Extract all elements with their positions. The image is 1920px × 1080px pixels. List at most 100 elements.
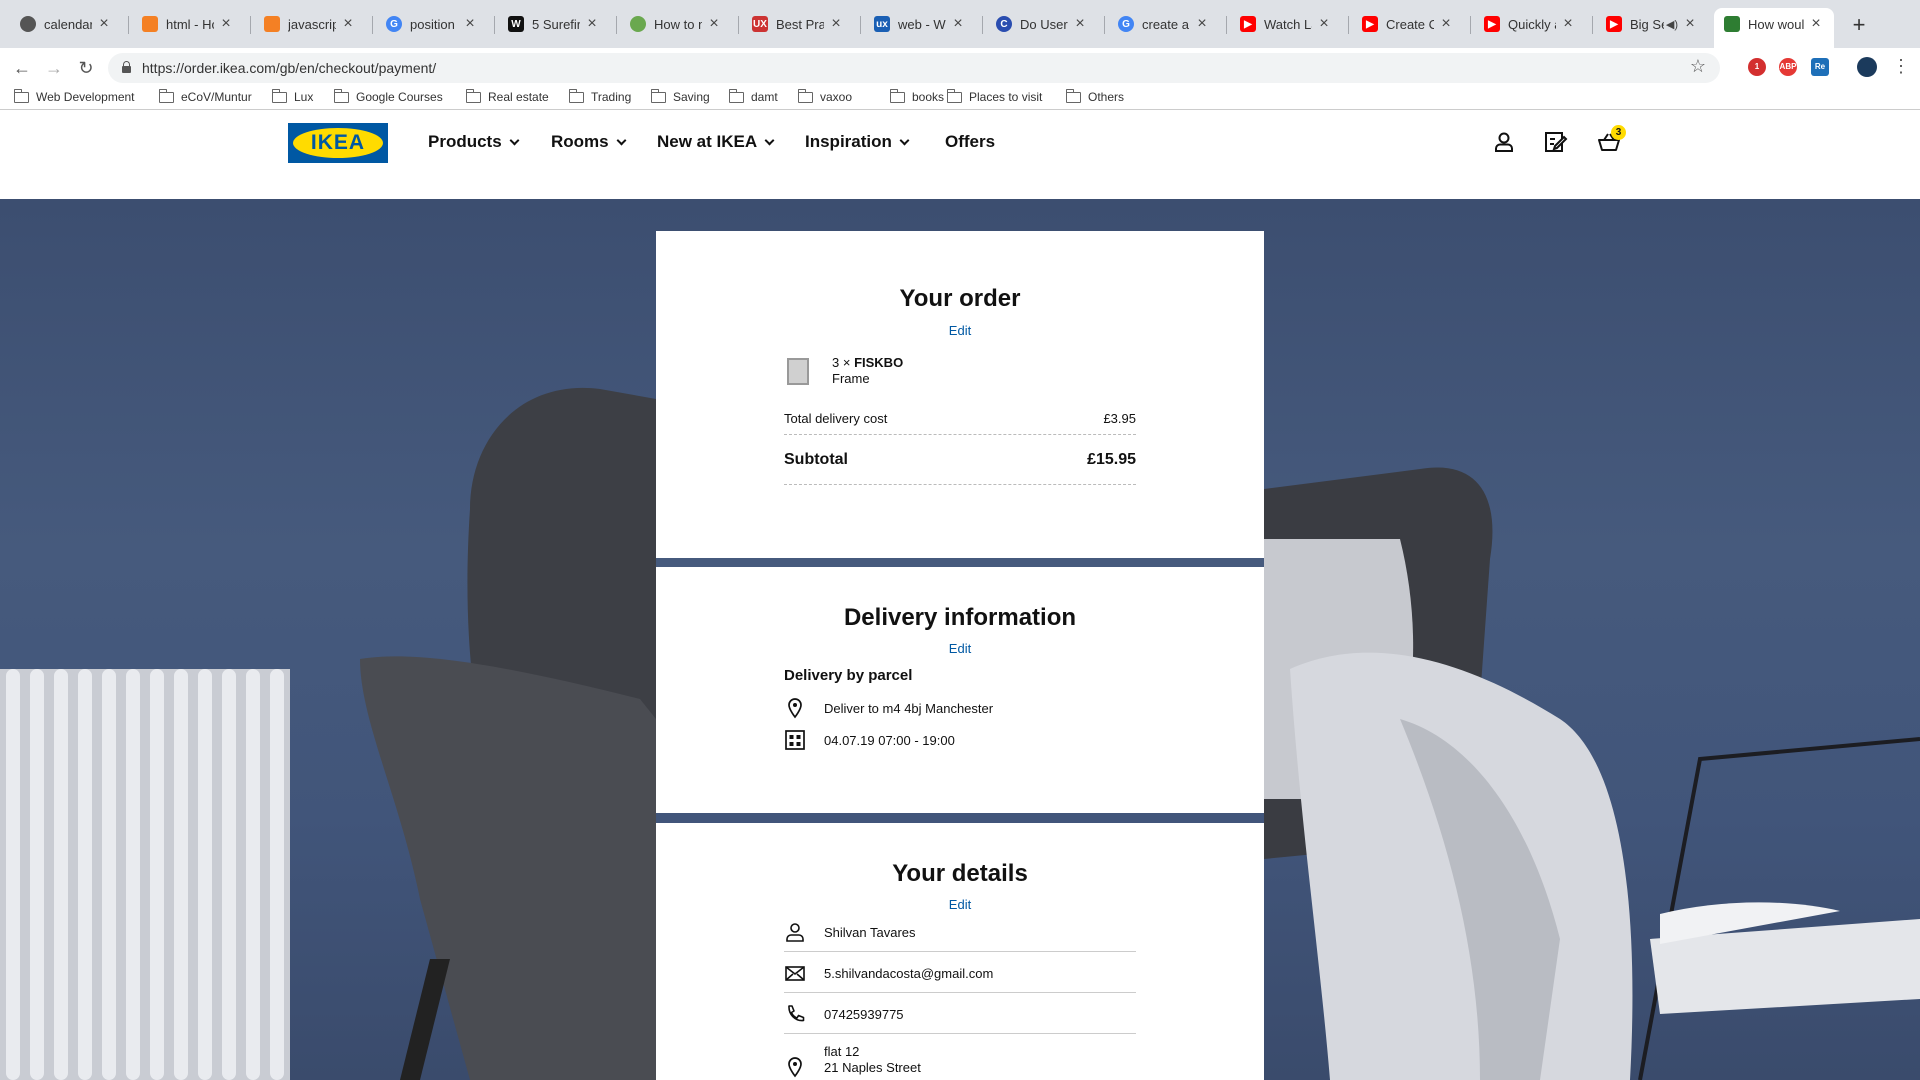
browser-tab[interactable]: How to ma × [620,8,732,40]
nav-label: Products [428,132,502,151]
browser-tab[interactable]: ▶ Big Se ◀) × [1596,8,1708,40]
bookmark-folder[interactable]: Web Development [14,88,135,104]
browser-tab[interactable]: javascript × [254,8,366,40]
close-icon[interactable]: × [1072,15,1088,33]
browser-tab[interactable]: C Do Users × [986,8,1098,40]
close-icon[interactable]: × [1194,15,1210,33]
youtube-icon: ▶ [1606,16,1622,32]
bookmark-label: books [912,90,945,104]
logo-text: IKEA [310,131,366,154]
bookmark-folder[interactable]: books [890,88,945,104]
product-qty: 3 × [832,355,851,370]
stackoverflow-icon [142,16,158,32]
google-icon: G [1118,16,1134,32]
browser-tab[interactable]: UX Best Pract × [742,8,854,40]
subtotal-value: £15.95 [1087,451,1136,468]
address-toolbar: ← → ↻ https://order.ikea.com/gb/en/check… [0,48,1920,88]
location-pin-icon [788,698,802,719]
close-icon[interactable]: × [1560,15,1576,33]
close-icon[interactable]: × [96,15,112,33]
envelope-icon [785,966,805,981]
delivery-address: Deliver to m4 4bj Manchester [824,701,994,716]
close-icon[interactable]: × [584,15,600,33]
browser-tab[interactable]: calendar.h × [10,8,122,40]
nav-label: Offers [945,132,996,151]
bookmark-folder[interactable]: Saving [651,88,710,104]
nav-inspiration[interactable]: Inspiration [805,132,910,152]
browser-tab-active[interactable]: How woul × [1714,8,1834,48]
site-header: IKEA Products Rooms New at IKEA Inspirat… [0,111,1920,199]
url-text[interactable]: https://order.ikea.com/gb/en/checkout/pa… [142,60,436,76]
close-icon[interactable]: × [950,15,966,33]
bookmark-folder[interactable]: Real estate [466,88,549,104]
new-tab-button[interactable]: + [1845,12,1873,40]
extension-icon[interactable]: Re [1811,58,1829,76]
nav-label: Inspiration [805,132,892,151]
reload-icon[interactable]: ↻ [72,56,100,80]
browser-tab[interactable]: ▶ Quickly ar × [1474,8,1586,40]
close-icon[interactable]: × [1682,15,1698,33]
close-icon[interactable]: × [828,15,844,33]
close-icon[interactable]: × [218,15,234,33]
delivery-slot: 04.07.19 07:00 - 19:00 [824,733,955,748]
back-arrow-icon[interactable]: ← [8,56,36,80]
nav-rooms[interactable]: Rooms [551,132,627,152]
bookmark-folder[interactable]: Lux [272,88,313,104]
bookmark-folder[interactable]: Places to visit [947,88,1042,104]
close-icon[interactable]: × [1438,15,1454,33]
folder-icon [798,88,813,103]
bookmark-folder[interactable]: damt [729,88,778,104]
customer-address-line2: 21 Naples Street [824,1060,921,1075]
order-summary-card: Your order Edit 3 × FISKBO Frame Total d… [656,231,1264,558]
browser-tab[interactable]: G position fi × [376,8,488,40]
adblock-icon[interactable]: ABP [1779,58,1797,76]
close-icon[interactable]: × [706,15,722,33]
ikea-logo[interactable]: IKEA [288,123,388,163]
nav-products[interactable]: Products [428,132,520,152]
nav-new-at-ikea[interactable]: New at IKEA [657,132,775,152]
browser-tab[interactable]: ux web - Wh × [864,8,976,40]
edit-details-link[interactable]: Edit [656,897,1264,912]
bookmark-folder[interactable]: eCoV/Muntur [159,88,252,104]
close-icon[interactable]: × [1316,15,1332,33]
location-pin-icon [788,1057,802,1078]
browser-tab[interactable]: G create a c × [1108,8,1220,40]
browser-tab[interactable]: html - Ho × [132,8,244,40]
forward-arrow-icon[interactable]: → [40,56,68,80]
site-icon: W [508,16,524,32]
lock-icon [122,61,131,73]
bookmark-folder[interactable]: Others [1066,88,1124,104]
browser-tab[interactable]: ▶ Create Cu × [1352,8,1464,40]
browser-tab[interactable]: W 5 Surefire × [498,8,610,40]
shopping-list-icon[interactable] [1542,129,1568,155]
delivery-info-card: Delivery information Edit Delivery by pa… [656,567,1264,813]
extension-icon[interactable]: 1 [1748,58,1766,76]
tab-title: calendar.h [44,16,92,32]
stackoverflow-icon [264,16,280,32]
edit-delivery-link[interactable]: Edit [656,641,1264,656]
folder-icon [1066,88,1081,103]
site-icon: C [996,16,1012,32]
edit-order-link[interactable]: Edit [656,323,1264,338]
close-icon[interactable]: × [340,15,356,33]
browser-tab[interactable]: ▶ Watch Lat × [1230,8,1342,40]
audio-playing-icon[interactable]: ◀) [1666,18,1678,31]
bookmark-folder[interactable]: Google Courses [334,88,443,104]
close-icon[interactable]: × [462,15,478,33]
bookmark-star-icon[interactable]: ☆ [1690,56,1706,77]
close-icon[interactable]: × [1808,15,1824,33]
bookmark-label: Saving [673,90,710,104]
avatar[interactable] [1857,57,1877,77]
address-bar[interactable]: https://order.ikea.com/gb/en/checkout/pa… [108,53,1720,83]
bookmark-folder[interactable]: Trading [569,88,631,104]
browser-tab-bar: calendar.h × html - Ho × javascript × G … [0,0,1920,48]
folder-icon [334,88,349,103]
customer-name: Shilvan Tavares [824,925,916,940]
browser-menu-icon[interactable]: ⋮ [1892,56,1910,77]
customer-phone: 07425939775 [824,1007,904,1022]
user-icon[interactable] [1491,129,1517,155]
folder-icon [947,88,962,103]
bookmark-folder[interactable]: vaxoo [798,88,852,104]
nav-offers[interactable]: Offers [945,132,995,152]
details-title: Your details [892,860,1028,887]
